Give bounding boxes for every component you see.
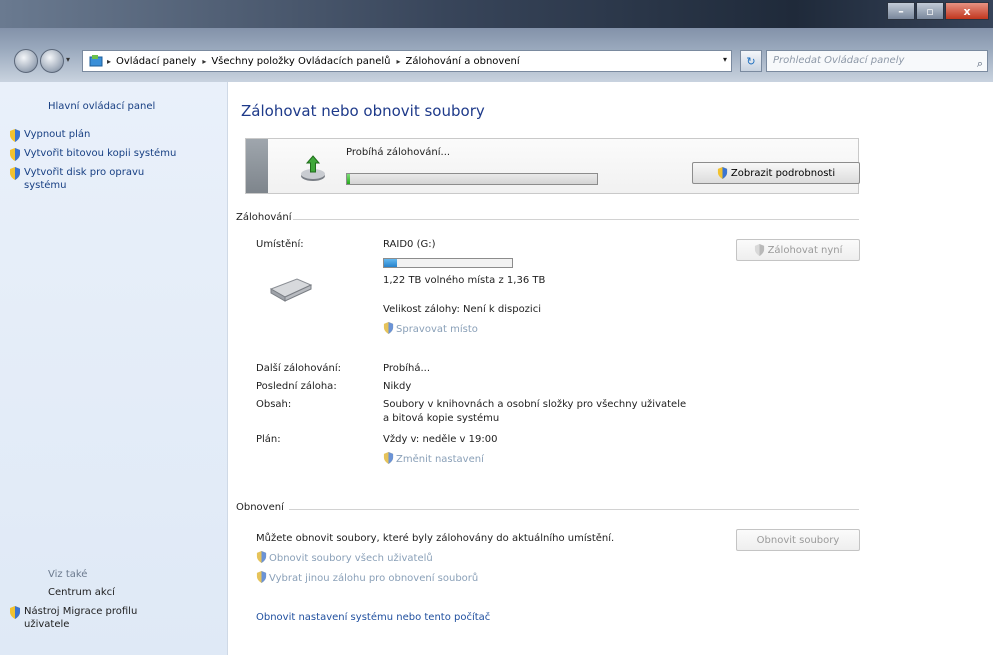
window-chrome: – ▫ x ▾ ▸ Ovládací panely ▸ Všechny polo…	[0, 0, 993, 82]
search-icon[interactable]: ⌕	[977, 54, 983, 74]
select-other-backup-link[interactable]: Vybrat jinou zálohu pro obnovení souborů	[256, 571, 478, 584]
change-settings-label: Změnit nastavení	[396, 454, 484, 465]
restore-files-button[interactable]: Obnovit soubory	[736, 529, 860, 551]
sidebar-item-create-system-image[interactable]: Vytvořit bitovou kopii systému	[24, 147, 214, 160]
shield-icon	[10, 129, 20, 142]
free-space-text: 1,22 TB volného místa z 1,36 TB	[383, 275, 546, 286]
maximize-button[interactable]: ▫	[916, 2, 944, 20]
contents-value-line1: Soubory v knihovnách a osobní složky pro…	[383, 399, 687, 410]
sidebar-item-migration-tool[interactable]: Nástroj Migrace profilu uživatele	[24, 605, 154, 631]
address-bar[interactable]: ▸ Ovládací panely ▸ Všechny položky Ovlá…	[82, 50, 732, 72]
next-backup-label: Další zálohování:	[256, 363, 342, 374]
close-button[interactable]: x	[945, 2, 989, 20]
progress-bar-fill	[347, 174, 350, 184]
sidebar-item-turn-off-schedule[interactable]: Vypnout plán	[24, 128, 214, 141]
progress-label: Probíhá zálohování...	[346, 147, 451, 158]
breadcrumb-item[interactable]: Ovládací panely	[116, 56, 196, 67]
divider	[293, 219, 859, 220]
breadcrumb-item[interactable]: Všechny položky Ovládacích panelů	[211, 56, 390, 67]
restore-all-users-label: Obnovit soubory všech uživatelů	[269, 553, 433, 564]
last-backup-label: Poslední záloha:	[256, 381, 337, 392]
view-details-label: Zobrazit podrobnosti	[730, 167, 836, 179]
schedule-label: Plán:	[256, 434, 281, 445]
shield-icon	[10, 148, 20, 161]
back-button[interactable]	[14, 49, 38, 73]
recent-pages-dropdown[interactable]: ▾	[66, 55, 70, 64]
sidebar-item-create-repair-disc[interactable]: Vytvořit disk pro opravu systému	[24, 166, 184, 192]
divider	[289, 509, 859, 510]
forward-button[interactable]	[40, 49, 64, 73]
view-details-button[interactable]: Zobrazit podrobnosti	[692, 162, 860, 184]
hard-drive-icon	[269, 278, 313, 302]
backup-section-heading: Zálohování	[236, 212, 292, 223]
location-value: RAID0 (G:)	[383, 239, 436, 250]
shield-icon	[754, 244, 764, 256]
manage-space-link[interactable]: Spravovat místo	[383, 322, 478, 335]
schedule-value: Vždy v: neděle v 19:00	[383, 434, 498, 445]
progress-panel-accent	[246, 139, 268, 193]
restore-section-heading: Obnovení	[236, 502, 284, 513]
shield-icon	[256, 551, 267, 563]
recover-system-link[interactable]: Obnovit nastavení systému nebo tento poč…	[256, 612, 490, 623]
change-settings-link[interactable]: Změnit nastavení	[383, 452, 484, 465]
shield-icon	[383, 452, 394, 464]
shield-icon	[383, 322, 394, 334]
backup-now-label: Zálohovat nyní	[767, 244, 843, 256]
chevron-down-icon[interactable]: ▾	[723, 55, 727, 64]
restore-all-users-link[interactable]: Obnovit soubory všech uživatelů	[256, 551, 433, 564]
breadcrumb-item[interactable]: Zálohování a obnovení	[406, 56, 520, 67]
location-label: Umístění:	[256, 239, 304, 250]
chevron-right-icon[interactable]: ▸	[397, 57, 401, 66]
backup-now-button[interactable]: Zálohovat nyní	[736, 239, 860, 261]
disk-space-bar	[383, 258, 513, 268]
chevron-right-icon: ▸	[107, 56, 112, 66]
shield-icon	[10, 606, 20, 619]
minimize-button[interactable]: –	[887, 2, 915, 20]
backup-size-text: Velikost zálohy: Není k dispozici	[383, 304, 541, 315]
shield-icon	[256, 571, 267, 583]
refresh-button[interactable]: ↻	[740, 50, 762, 72]
window-controls: – ▫ x	[886, 2, 989, 20]
backup-arrow-icon	[301, 155, 325, 181]
sidebar-home-link[interactable]: Hlavní ovládací panel	[48, 100, 155, 113]
sidebar: Hlavní ovládací panel Vypnout plán Vytvo…	[0, 82, 228, 655]
main-content: Zálohovat nebo obnovit soubory Probíhá z…	[229, 82, 993, 655]
search-input[interactable]: Prohledat Ovládací panely ⌕	[766, 50, 988, 72]
next-backup-value: Probíhá...	[383, 363, 430, 374]
last-backup-value: Nikdy	[383, 381, 412, 392]
restore-files-label: Obnovit soubory	[756, 534, 840, 546]
search-placeholder: Prohledat Ovládací panely	[773, 55, 905, 66]
see-also-heading: Viz také	[48, 569, 88, 580]
backup-progress-bar	[346, 173, 598, 185]
page-title: Zálohovat nebo obnovit soubory	[241, 102, 485, 120]
shield-icon	[717, 167, 727, 179]
disk-space-fill	[384, 259, 397, 267]
control-panel-icon	[89, 55, 103, 67]
contents-value-line2: a bitová kopie systému	[383, 413, 500, 424]
shield-icon	[10, 167, 20, 180]
chevron-right-icon[interactable]: ▸	[202, 57, 206, 66]
select-other-backup-label: Vybrat jinou zálohu pro obnovení souborů	[269, 573, 479, 584]
sidebar-item-action-center[interactable]: Centrum akcí	[48, 587, 115, 598]
manage-space-label: Spravovat místo	[396, 324, 478, 335]
backup-progress-panel: Probíhá zálohování... Zobrazit podrobnos…	[245, 138, 860, 194]
contents-label: Obsah:	[256, 399, 292, 410]
restore-description: Můžete obnovit soubory, které byly záloh…	[256, 533, 615, 544]
